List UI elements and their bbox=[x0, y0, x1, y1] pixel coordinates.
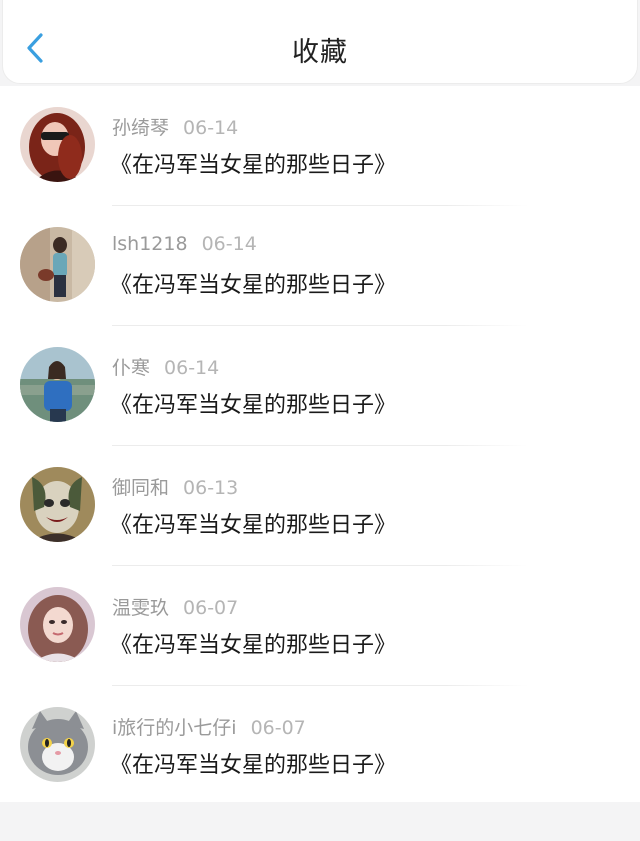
username[interactable]: lsh1218 bbox=[112, 233, 188, 255]
date: 06-13 bbox=[183, 477, 239, 499]
header-bar: 收藏 bbox=[2, 0, 638, 84]
date: 06-07 bbox=[183, 597, 239, 619]
favorites-screen: 收藏 孙绮琴 06-14 《在冯军当女星的那些日子》 lsh1218 06-14… bbox=[0, 0, 640, 841]
list-item[interactable]: 仆寒 06-14 《在冯军当女星的那些日子》 bbox=[0, 326, 640, 446]
book-title[interactable]: 《在冯军当女星的那些日子》 bbox=[110, 387, 396, 419]
avatar[interactable] bbox=[20, 347, 95, 422]
avatar[interactable] bbox=[20, 587, 95, 662]
date: 06-14 bbox=[201, 233, 257, 255]
book-title[interactable]: 《在冯军当女星的那些日子》 bbox=[110, 147, 396, 179]
list-item[interactable]: i旅行的小七仔i 06-07 《在冯军当女星的那些日子》 bbox=[0, 686, 640, 806]
username[interactable]: 孙绮琴 bbox=[112, 117, 169, 139]
list-item[interactable]: 御同和 06-13 《在冯军当女星的那些日子》 bbox=[0, 446, 640, 566]
item-meta: 御同和 06-13 bbox=[112, 473, 238, 500]
avatar[interactable] bbox=[20, 467, 95, 542]
username[interactable]: 御同和 bbox=[112, 477, 169, 499]
favorites-list: 孙绮琴 06-14 《在冯军当女星的那些日子》 lsh1218 06-14 《在… bbox=[0, 86, 640, 802]
book-title[interactable]: 《在冯军当女星的那些日子》 bbox=[110, 267, 396, 299]
item-meta: i旅行的小七仔i 06-07 bbox=[112, 713, 306, 740]
page-title: 收藏 bbox=[292, 37, 348, 68]
list-item[interactable]: 孙绮琴 06-14 《在冯军当女星的那些日子》 bbox=[0, 86, 640, 206]
book-title[interactable]: 《在冯军当女星的那些日子》 bbox=[110, 627, 396, 659]
avatar[interactable] bbox=[20, 107, 95, 182]
item-meta: 仆寒 06-14 bbox=[112, 353, 219, 380]
username[interactable]: 仆寒 bbox=[112, 357, 150, 379]
item-meta: 孙绮琴 06-14 bbox=[112, 113, 238, 140]
avatar[interactable] bbox=[20, 227, 95, 302]
list-item[interactable]: 温雯玖 06-07 《在冯军当女星的那些日子》 bbox=[0, 566, 640, 686]
date: 06-07 bbox=[250, 717, 306, 739]
username[interactable]: i旅行的小七仔i bbox=[112, 717, 237, 739]
item-meta: 温雯玖 06-07 bbox=[112, 593, 238, 620]
avatar[interactable] bbox=[20, 707, 95, 782]
book-title[interactable]: 《在冯军当女星的那些日子》 bbox=[110, 507, 396, 539]
date: 06-14 bbox=[183, 117, 239, 139]
date: 06-14 bbox=[164, 357, 220, 379]
item-meta: lsh1218 06-14 bbox=[112, 233, 257, 255]
list-item[interactable]: lsh1218 06-14 《在冯军当女星的那些日子》 bbox=[0, 206, 640, 326]
username[interactable]: 温雯玖 bbox=[112, 597, 169, 619]
book-title[interactable]: 《在冯军当女星的那些日子》 bbox=[110, 747, 396, 779]
